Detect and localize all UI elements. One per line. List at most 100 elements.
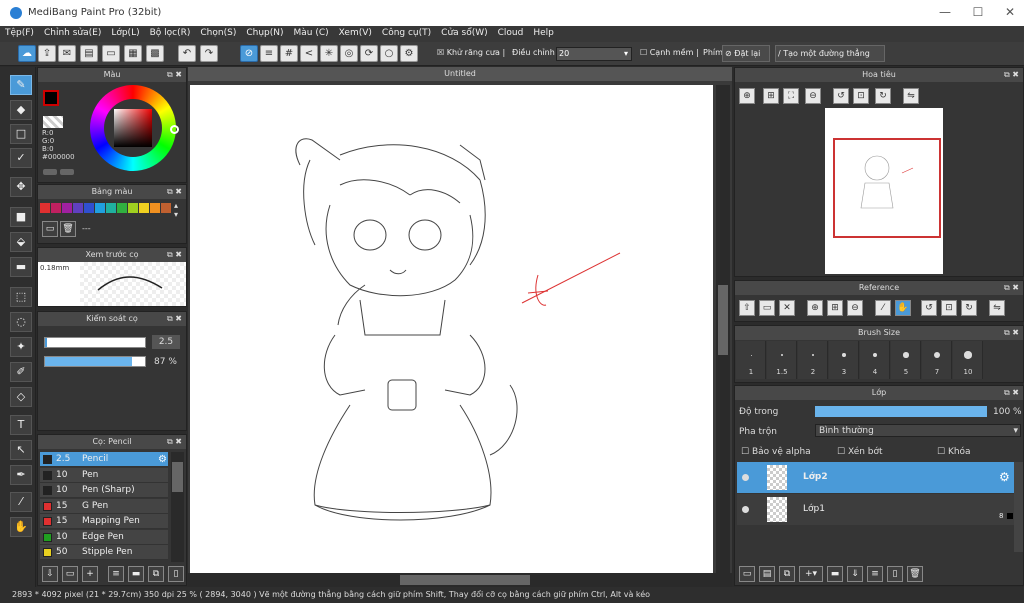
close-button[interactable]: ✕ (1000, 5, 1020, 19)
protect-alpha-checkbox[interactable]: ☐ Bảo vệ alpha (741, 447, 811, 457)
adjust-select[interactable]: 20 ▾ (556, 47, 632, 61)
zoom-in-icon[interactable]: ⊕ (807, 300, 823, 316)
eye-icon[interactable] (742, 474, 749, 481)
palette-swatch[interactable] (139, 203, 149, 213)
eraser-tool-icon[interactable]: ◆ (10, 100, 32, 120)
menu-edit[interactable]: Chỉnh sửa(E) (39, 26, 106, 40)
trash-icon[interactable]: 🗑 (60, 221, 76, 237)
menu-cloud[interactable]: Cloud (493, 26, 529, 40)
flip-icon[interactable]: ⇋ (989, 300, 1005, 316)
menu-layer[interactable]: Lớp(L) (106, 26, 144, 40)
palette-swatch[interactable] (128, 203, 138, 213)
panel-controls-icon[interactable]: ⧉ ✖ (167, 185, 182, 199)
document-tab[interactable]: Untitled (188, 67, 732, 81)
circle-snap-icon[interactable]: ◎ (340, 45, 358, 62)
brush-list-item[interactable]: 10 Pen (40, 467, 168, 483)
palette-swatch[interactable] (73, 203, 83, 213)
new-brush-icon[interactable]: ▭ (62, 566, 78, 582)
pages-icon[interactable]: ▦ (124, 45, 142, 62)
panel-controls-icon[interactable]: ⧉ ✖ (167, 248, 182, 262)
flip-icon[interactable]: ⇋ (903, 88, 919, 104)
fullscreen-icon[interactable]: ⛶ (783, 88, 799, 104)
zoom-fit-icon[interactable]: ⊞ (763, 88, 779, 104)
dot-tool-icon[interactable]: □ (10, 124, 32, 144)
menu-filter[interactable]: Bộ lọc(R) (145, 26, 196, 40)
menu-file[interactable]: Tệp(F) (0, 26, 39, 40)
canvas-vertical-scrollbar[interactable] (716, 85, 730, 575)
zoom-fit-icon[interactable]: ⊞ (827, 300, 843, 316)
clip-checkbox[interactable]: ☐ Xén bớt (837, 447, 883, 457)
add-brush-icon[interactable]: + (82, 566, 98, 582)
brush-size-preset[interactable]: 10 (953, 341, 983, 379)
menu-color[interactable]: Màu (C) (289, 26, 334, 40)
panel-controls-icon[interactable]: ⧉ ✖ (1004, 326, 1019, 340)
panel-controls-icon[interactable]: ⧉ ✖ (167, 68, 182, 82)
folder-icon[interactable]: ▬ (827, 566, 843, 582)
palette-swatch[interactable] (51, 203, 61, 213)
palette-scroll-icon[interactable]: ▴ ▾ (174, 201, 178, 219)
redo-icon[interactable]: ↷ (200, 45, 218, 62)
snap-tool-icon[interactable]: ✓ (10, 148, 32, 168)
hand-icon[interactable]: ✋ (895, 300, 911, 316)
navigator-thumbnail[interactable] (825, 108, 943, 274)
lock-checkbox[interactable]: ☐ Khóa (937, 447, 971, 457)
operation-tool-icon[interactable]: ↖ (10, 440, 32, 460)
rotate-right-icon[interactable]: ↻ (875, 88, 891, 104)
brush-list-item[interactable]: 15 G Pen (40, 498, 168, 514)
eyedropper-icon[interactable]: ⁄ (875, 300, 891, 316)
brush-list-item[interactable]: 10 Edge Pen (40, 529, 168, 545)
new-layer-icon[interactable]: ▭ (739, 566, 755, 582)
close-reference-icon[interactable]: ✕ (779, 300, 795, 316)
brush-opacity-slider[interactable] (44, 356, 146, 367)
layer-scrollbar[interactable] (1014, 462, 1023, 552)
radial-snap-icon[interactable]: ✳ (320, 45, 338, 62)
page-icon[interactable]: ▭ (102, 45, 120, 62)
panel-controls-icon[interactable]: ⧉ ✖ (167, 435, 182, 449)
palette-swatch[interactable] (84, 203, 94, 213)
brush-size-value[interactable]: 2.5 (152, 335, 180, 349)
zoom-out-icon[interactable]: ⊖ (805, 88, 821, 104)
undo-icon[interactable]: ↶ (178, 45, 196, 62)
cloud-download-icon[interactable]: ⇩ (42, 566, 58, 582)
smooth-checkbox[interactable]: ☐ Cạnh mềm | (640, 48, 699, 57)
menu-tools[interactable]: Công cụ(T) (377, 26, 436, 40)
cross-snap-icon[interactable]: # (280, 45, 298, 62)
palette-swatch[interactable] (150, 203, 160, 213)
maximize-button[interactable]: ☐ (968, 5, 988, 19)
rotate-left-icon[interactable]: ↺ (921, 300, 937, 316)
select-pen-tool-icon[interactable]: ✐ (10, 362, 32, 382)
add-layer-menu-icon[interactable]: +▾ (799, 566, 823, 582)
rotate-left-icon[interactable]: ↺ (833, 88, 849, 104)
rotate-right-icon[interactable]: ↻ (961, 300, 977, 316)
select-eraser-tool-icon[interactable]: ◇ (10, 387, 32, 407)
panel-controls-icon[interactable]: ⧉ ✖ (167, 312, 182, 326)
fill-tool-icon[interactable]: ⬙ (10, 232, 32, 252)
panel-controls-icon[interactable]: ⧉ ✖ (1004, 281, 1019, 295)
zoom-in-icon[interactable]: ⊕ (739, 88, 755, 104)
brush-settings-icon[interactable]: ≡ (108, 566, 124, 582)
magic-wand-tool-icon[interactable]: ✦ (10, 337, 32, 357)
panel-controls-icon[interactable]: ⧉ ✖ (1004, 386, 1019, 400)
eyedropper-icon[interactable] (60, 169, 74, 175)
brush-list-item[interactable]: 50 Stipple Pen (40, 545, 168, 560)
brush-size-preset[interactable]: 2 (798, 341, 828, 379)
eye-icon[interactable] (742, 506, 749, 513)
brush-size-preset[interactable]: 3 (829, 341, 859, 379)
brush-size-preset[interactable]: 4 (860, 341, 890, 379)
ellipse-snap-icon[interactable]: ○ (380, 45, 398, 62)
layer-row[interactable]: Lớp2 ⚙ (737, 462, 1019, 493)
note-icon[interactable]: ▤ (80, 45, 98, 62)
delete-layer-icon[interactable]: 🗑 (907, 566, 923, 582)
select-rect-tool-icon[interactable]: ⬚ (10, 287, 32, 307)
snap-off-icon[interactable]: ⊘ (240, 45, 258, 62)
clear-layer-icon[interactable]: ▯ (887, 566, 903, 582)
scrollbar-thumb[interactable] (172, 462, 183, 492)
blend-mode-select[interactable]: Bình thường ▾ (815, 424, 1021, 437)
antialias-checkbox[interactable]: ☒ Khử răng cưa | (437, 48, 505, 57)
palette-swatch[interactable] (161, 203, 171, 213)
share-icon[interactable]: ⇪ (38, 45, 56, 62)
duplicate-layer-icon[interactable]: ⧉ (779, 566, 795, 582)
brush-size-preset[interactable]: 1 (736, 341, 766, 379)
panel-controls-icon[interactable]: ⧉ ✖ (1004, 68, 1019, 82)
move-tool-icon[interactable]: ✥ (10, 177, 32, 197)
